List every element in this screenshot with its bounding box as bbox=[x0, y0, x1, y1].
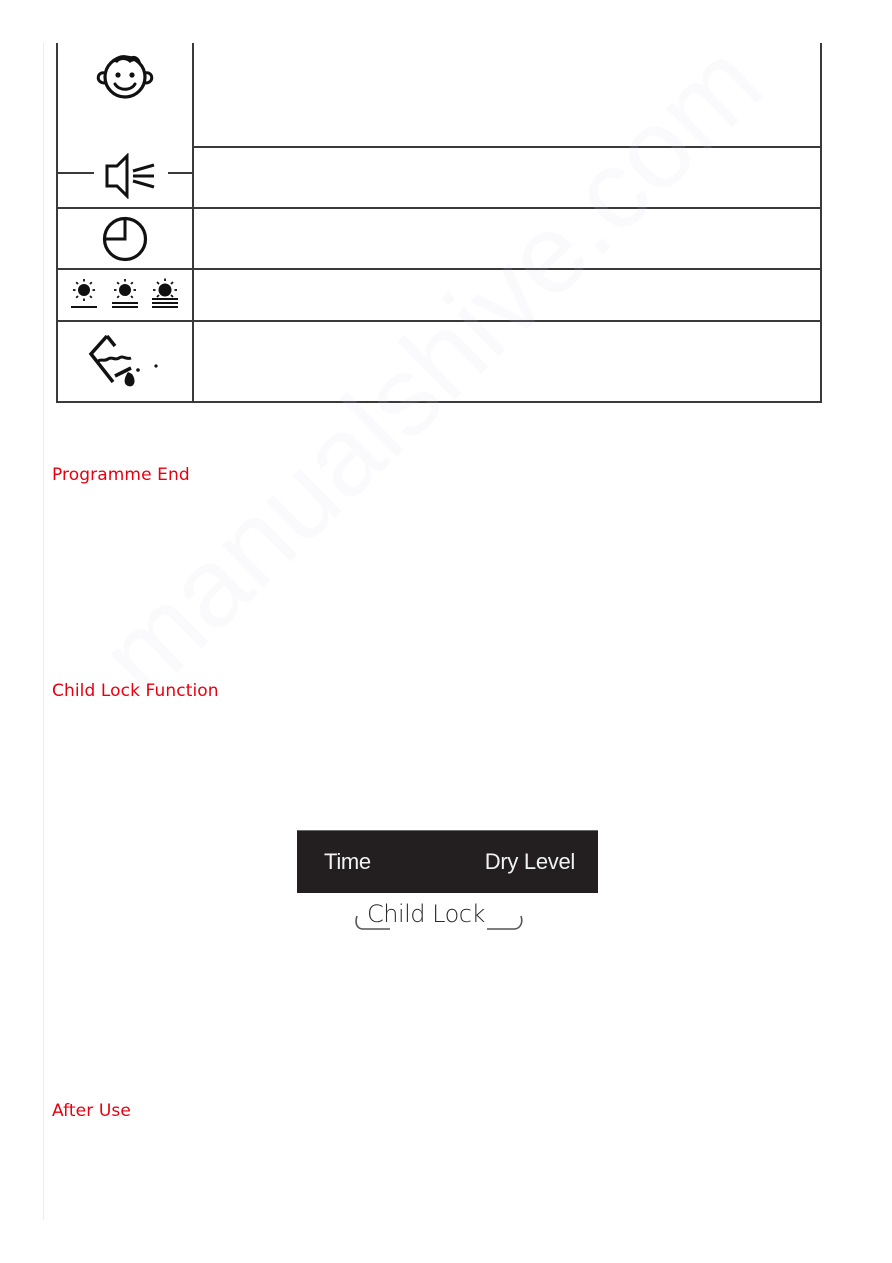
table-border-right bbox=[820, 43, 822, 403]
clock-icon bbox=[101, 215, 149, 263]
table-description-cell bbox=[194, 209, 820, 268]
table-description-cell bbox=[194, 270, 820, 320]
child-face-icon bbox=[90, 47, 160, 103]
table-description-cell bbox=[194, 43, 820, 146]
water-tank-empty-icon bbox=[85, 332, 165, 392]
section-heading-after-use: After Use bbox=[52, 1101, 131, 1121]
table-row-divider bbox=[168, 172, 194, 174]
section-heading-child-lock: Child Lock Function bbox=[52, 681, 219, 701]
time-button-label: Time bbox=[324, 849, 371, 874]
table-description-cell bbox=[194, 322, 820, 401]
dry-level-2-icon bbox=[112, 279, 138, 308]
control-panel-illustration: Time Dry Level bbox=[297, 830, 598, 893]
speaker-icon bbox=[101, 153, 161, 199]
table-row bbox=[58, 322, 192, 401]
table-row bbox=[58, 209, 192, 268]
page-margin-rule bbox=[43, 43, 44, 1220]
section-heading-programme-end: Programme End bbox=[52, 465, 190, 485]
dry-level-icons bbox=[67, 277, 183, 313]
table-row-divider bbox=[56, 172, 94, 174]
table-row bbox=[58, 270, 192, 320]
table-row bbox=[58, 43, 192, 107]
child-lock-combo-label: Child Lock bbox=[352, 898, 527, 934]
table-border-bottom bbox=[56, 401, 822, 403]
dry-level-button-label: Dry Level bbox=[484, 849, 576, 874]
table-description-cell bbox=[194, 148, 820, 207]
dry-level-3-icon bbox=[152, 278, 178, 308]
table-row bbox=[94, 151, 168, 201]
dry-level-1-icon bbox=[71, 279, 97, 308]
child-lock-text: Child Lock bbox=[367, 900, 485, 928]
indicator-icon-table bbox=[56, 43, 822, 403]
